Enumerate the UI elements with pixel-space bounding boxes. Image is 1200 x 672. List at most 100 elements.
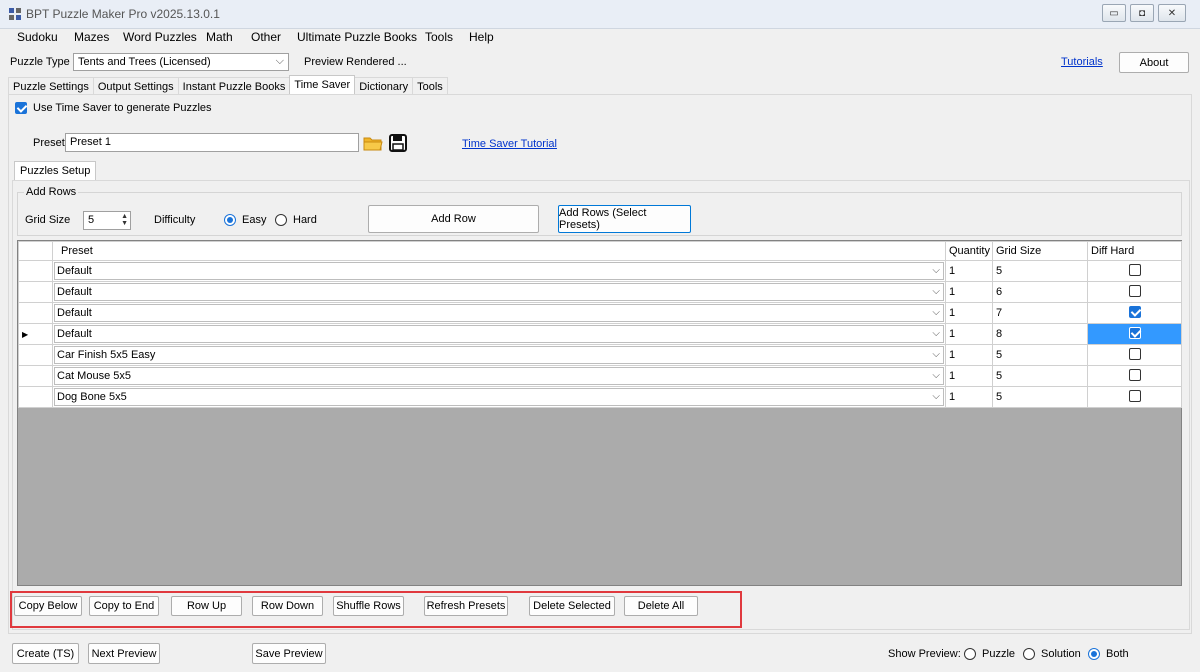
hard-radio[interactable] <box>275 214 287 226</box>
preset-cell-dropdown[interactable]: Default ⌵ <box>54 283 944 301</box>
table-row[interactable]: Car Finish 5x5 Easy ⌵ 1 5 <box>18 344 1182 366</box>
table-row[interactable]: Default ⌵ 1 7 <box>18 302 1182 324</box>
preset-cell[interactable]: Default ⌵ <box>52 302 946 324</box>
grid-size-cell[interactable]: 5 <box>992 365 1088 387</box>
row-down-button[interactable]: Row Down <box>252 596 323 616</box>
column-header-grid-size[interactable]: Grid Size <box>992 241 1088 261</box>
row-header[interactable] <box>18 344 53 366</box>
menu-mazes[interactable]: Mazes <box>74 30 109 44</box>
quantity-cell[interactable]: 1 <box>945 365 993 387</box>
table-row[interactable]: Default ⌵ 1 6 <box>18 281 1182 303</box>
quantity-cell[interactable]: 1 <box>945 281 993 303</box>
menu-help[interactable]: Help <box>469 30 494 44</box>
column-header-diff-hard[interactable]: Diff Hard <box>1087 241 1182 261</box>
table-row[interactable]: Cat Mouse 5x5 ⌵ 1 5 <box>18 365 1182 387</box>
menu-ultimate-puzzle-books[interactable]: Ultimate Puzzle Books <box>297 30 417 44</box>
about-button[interactable]: About <box>1119 52 1189 73</box>
preset-cell-dropdown[interactable]: Car Finish 5x5 Easy ⌵ <box>54 346 944 364</box>
grid-size-cell[interactable]: 5 <box>992 344 1088 366</box>
diff-hard-cell[interactable] <box>1087 281 1182 303</box>
grid-size-stepper[interactable]: 5 ▲ ▼ <box>83 211 131 230</box>
grid-size-cell[interactable]: 8 <box>992 323 1088 345</box>
diff-hard-cell[interactable] <box>1087 386 1182 408</box>
save-icon[interactable] <box>389 134 408 152</box>
diff-hard-cell[interactable] <box>1087 344 1182 366</box>
diff-hard-cell[interactable] <box>1087 302 1182 324</box>
diff-hard-checkbox[interactable] <box>1128 326 1141 339</box>
diff-hard-checkbox[interactable] <box>1128 284 1141 297</box>
diff-hard-cell[interactable] <box>1087 260 1182 282</box>
diff-hard-checkbox[interactable] <box>1128 305 1141 318</box>
grid-size-cell[interactable]: 7 <box>992 302 1088 324</box>
column-header-preset[interactable]: Preset <box>52 241 946 261</box>
preset-cell[interactable]: Default ⌵ <box>52 323 946 345</box>
row-header[interactable]: ▶ <box>18 323 53 345</box>
add-rows-select-presets-button[interactable]: Add Rows (Select Presets) <box>558 205 691 233</box>
diff-hard-checkbox[interactable] <box>1128 263 1141 276</box>
puzzle-radio[interactable] <box>964 648 976 660</box>
refresh-presets-button[interactable]: Refresh Presets <box>424 596 508 616</box>
preset-cell-dropdown[interactable]: Default ⌵ <box>54 304 944 322</box>
row-header[interactable] <box>18 302 53 324</box>
delete-selected-button[interactable]: Delete Selected <box>529 596 615 616</box>
both-radio[interactable] <box>1088 648 1100 660</box>
row-header[interactable] <box>18 365 53 387</box>
row-up-button[interactable]: Row Up <box>171 596 242 616</box>
preset-cell-dropdown[interactable]: Default ⌵ <box>54 262 944 280</box>
table-row[interactable]: Dog Bone 5x5 ⌵ 1 5 <box>18 386 1182 408</box>
preset-cell-dropdown[interactable]: Cat Mouse 5x5 ⌵ <box>54 367 944 385</box>
delete-all-button[interactable]: Delete All <box>624 596 698 616</box>
preset-cell[interactable]: Dog Bone 5x5 ⌵ <box>52 386 946 408</box>
next-preview-button[interactable]: Next Preview <box>88 643 160 664</box>
copy-below-button[interactable]: Copy Below <box>14 596 82 616</box>
shuffle-rows-button[interactable]: Shuffle Rows <box>333 596 404 616</box>
time-saver-tutorial-link[interactable]: Time Saver Tutorial <box>462 138 557 150</box>
minimize-button[interactable]: ▭ <box>1102 4 1126 22</box>
puzzle-type-dropdown[interactable]: Tents and Trees (Licensed) ⌵ <box>73 53 289 71</box>
menu-sudoku[interactable]: Sudoku <box>17 30 58 44</box>
menu-tools[interactable]: Tools <box>425 30 453 44</box>
table-row[interactable]: ▶ Default ⌵ 1 8 <box>18 323 1182 345</box>
grid-size-cell[interactable]: 5 <box>992 386 1088 408</box>
table-row[interactable]: Default ⌵ 1 5 <box>18 260 1182 282</box>
preset-cell-dropdown[interactable]: Default ⌵ <box>54 325 944 343</box>
diff-hard-checkbox[interactable] <box>1128 368 1141 381</box>
grid-size-cell[interactable]: 5 <box>992 260 1088 282</box>
diff-hard-checkbox[interactable] <box>1128 347 1141 360</box>
easy-radio[interactable] <box>224 214 236 226</box>
menu-word-puzzles[interactable]: Word Puzzles <box>123 30 197 44</box>
row-header[interactable] <box>18 281 53 303</box>
copy-to-end-button[interactable]: Copy to End <box>89 596 159 616</box>
preset-cell-dropdown[interactable]: Dog Bone 5x5 ⌵ <box>54 388 944 406</box>
maximize-button[interactable]: ◘ <box>1130 4 1154 22</box>
save-preview-button[interactable]: Save Preview <box>252 643 326 664</box>
preset-cell[interactable]: Cat Mouse 5x5 ⌵ <box>52 365 946 387</box>
stepper-arrows-icon[interactable]: ▲ ▼ <box>121 213 128 227</box>
row-header[interactable] <box>18 386 53 408</box>
preset-cell[interactable]: Default ⌵ <box>52 260 946 282</box>
preset-input[interactable]: Preset 1 <box>65 133 359 152</box>
preset-cell[interactable]: Car Finish 5x5 Easy ⌵ <box>52 344 946 366</box>
open-folder-icon[interactable] <box>363 134 383 152</box>
quantity-cell[interactable]: 1 <box>945 302 993 324</box>
create-ts-button[interactable]: Create (TS) <box>12 643 79 664</box>
preset-cell[interactable]: Default ⌵ <box>52 281 946 303</box>
column-header-quantity[interactable]: Quantity <box>945 241 993 261</box>
row-header[interactable] <box>18 260 53 282</box>
add-row-button[interactable]: Add Row <box>368 205 539 233</box>
quantity-cell[interactable]: 1 <box>945 344 993 366</box>
presets-grid[interactable]: Preset Quantity Grid Size Diff Hard Defa… <box>17 240 1182 586</box>
quantity-cell[interactable]: 1 <box>945 260 993 282</box>
solution-radio[interactable] <box>1023 648 1035 660</box>
menu-other[interactable]: Other <box>251 30 281 44</box>
diff-hard-cell[interactable] <box>1087 323 1182 345</box>
menu-math[interactable]: Math <box>206 30 233 44</box>
use-time-saver-checkbox[interactable] <box>15 102 27 114</box>
close-button[interactable]: ✕ <box>1158 4 1186 22</box>
diff-hard-checkbox[interactable] <box>1128 389 1141 402</box>
quantity-cell[interactable]: 1 <box>945 323 993 345</box>
quantity-cell[interactable]: 1 <box>945 386 993 408</box>
tutorials-link[interactable]: Tutorials <box>1061 56 1103 68</box>
diff-hard-cell[interactable] <box>1087 365 1182 387</box>
grid-size-cell[interactable]: 6 <box>992 281 1088 303</box>
